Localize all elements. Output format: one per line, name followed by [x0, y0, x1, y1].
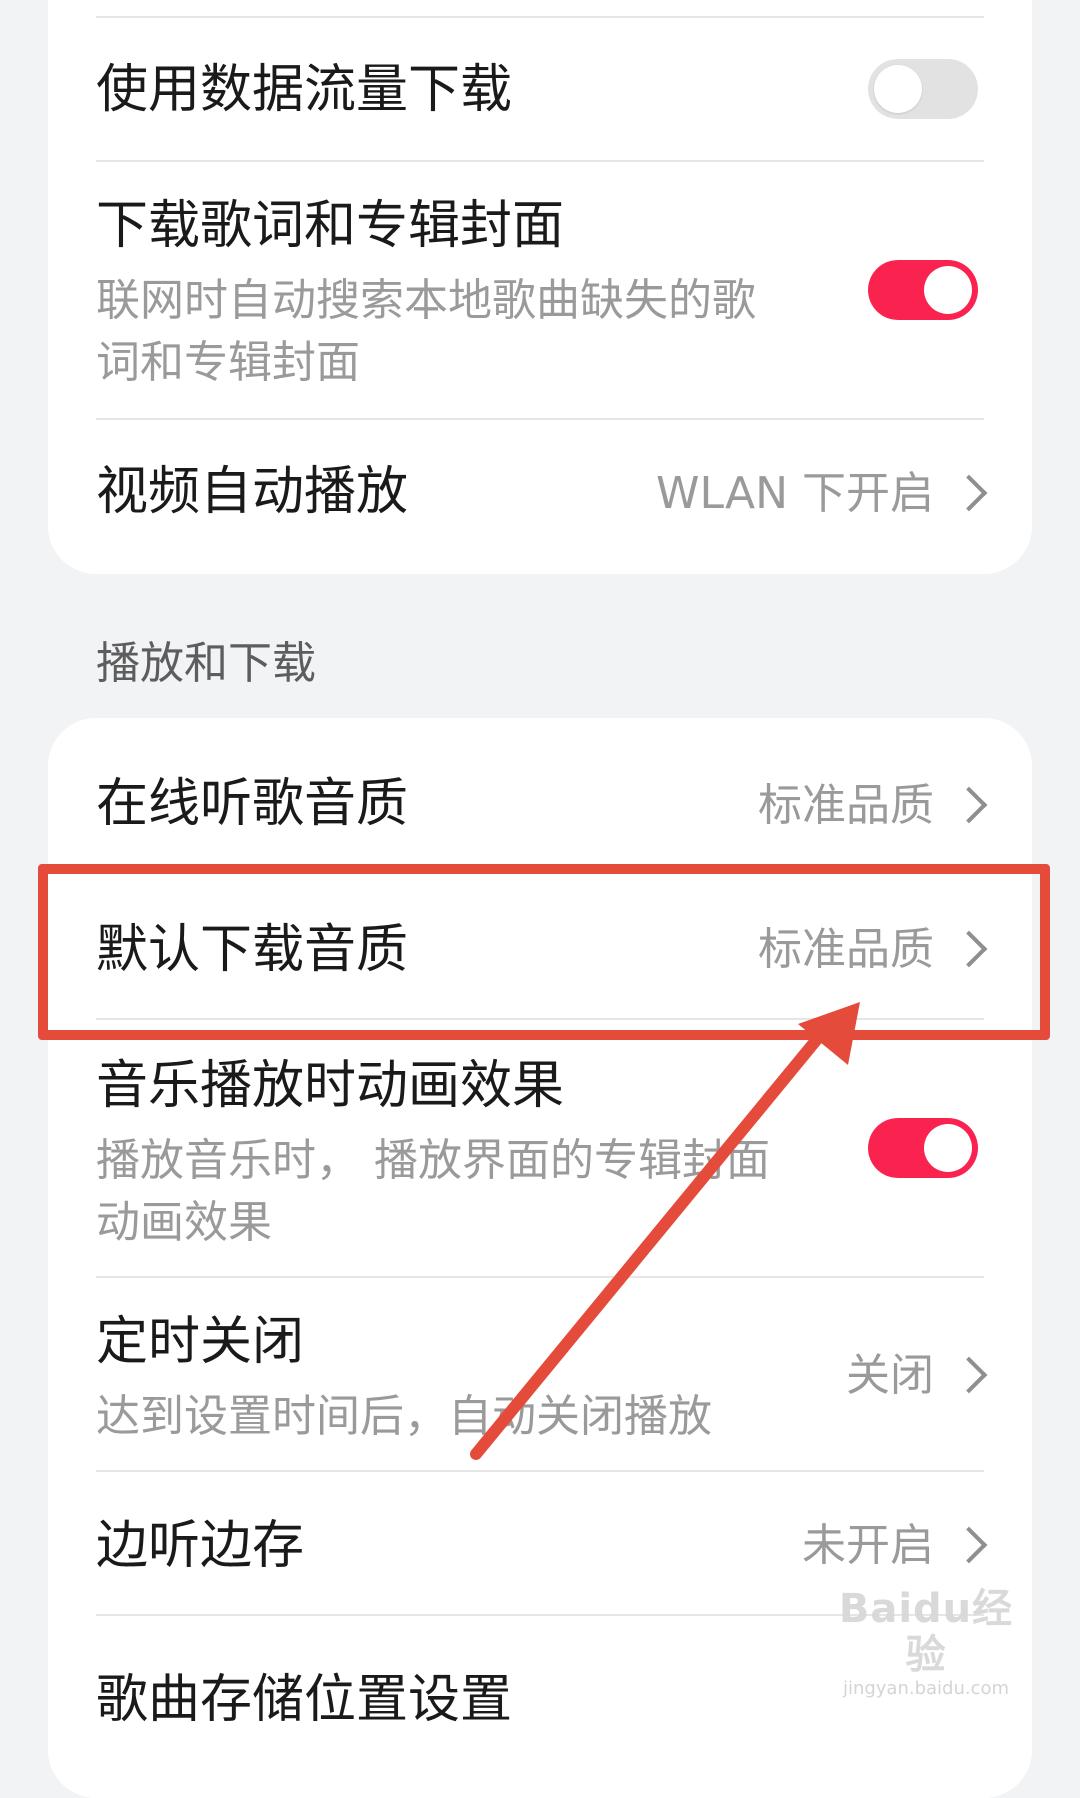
playback-animation-description: 播放音乐时， 播放界面的专辑封面动画效果: [96, 1135, 770, 1248]
lyrics-cover-download-description: 联网时自动搜索本地歌曲缺失的歌词和专辑封面: [96, 275, 756, 388]
online-quality-value: 标准品质: [758, 780, 934, 831]
video-autoplay-label: 视频自动播放: [96, 462, 409, 522]
toggle-knob: [924, 266, 972, 314]
mobile-data-download-label: 使用数据流量下载: [96, 60, 513, 120]
lyrics-cover-download-toggle[interactable]: [868, 260, 978, 320]
mobile-data-download-toggle[interactable]: [868, 59, 978, 119]
toggle-knob: [874, 65, 922, 113]
lyrics-cover-download-label: 下载歌词和专辑封面: [96, 196, 565, 256]
default-download-quality-value: 标准品质: [758, 924, 934, 975]
storage-location-label: 歌曲存储位置设置: [96, 1670, 513, 1730]
cache-while-listening-label: 边听边存: [96, 1516, 305, 1576]
sleep-timer-label: 定时关闭: [96, 1312, 305, 1372]
toggle-knob: [924, 1124, 972, 1172]
playback-animation-toggle[interactable]: [868, 1118, 978, 1178]
playback-animation-label: 音乐播放时动画效果: [96, 1056, 565, 1116]
default-download-quality-label: 默认下载音质: [96, 920, 409, 980]
video-autoplay-value: WLAN 下开启: [655, 468, 934, 519]
online-quality-label: 在线听歌音质: [96, 774, 409, 834]
sleep-timer-description: 达到设置时间后，自动关闭播放: [96, 1391, 712, 1442]
cache-while-listening-value: 未开启: [802, 1520, 934, 1571]
section-header-playback-download: 播放和下载: [96, 638, 316, 689]
sleep-timer-value: 关闭: [846, 1350, 934, 1401]
